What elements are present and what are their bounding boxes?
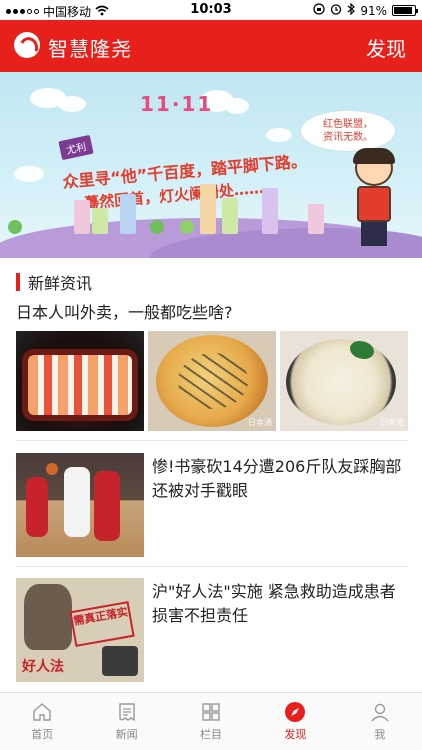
divider bbox=[16, 440, 408, 441]
divider bbox=[16, 566, 408, 567]
image-label: 好人法 bbox=[22, 659, 64, 675]
basketball-image bbox=[16, 453, 144, 557]
list-item[interactable]: 惨!书豪砍14分遭206斤队友踩胸部还被对手戳眼 bbox=[16, 453, 408, 557]
alarm-icon bbox=[330, 3, 342, 18]
section-accent-bar bbox=[16, 273, 20, 291]
app-header: 智慧隆尧 发现 bbox=[0, 20, 422, 72]
battery-icon bbox=[392, 5, 418, 16]
building-icon bbox=[222, 198, 238, 234]
banner-tag: 尤利 bbox=[58, 134, 94, 161]
bubble-line-1: 红色联盟， bbox=[323, 119, 373, 130]
orientation-lock-icon bbox=[313, 3, 325, 18]
status-right: 91% bbox=[313, 2, 418, 18]
tree-icon bbox=[8, 220, 22, 234]
tab-label: 新闻 bbox=[115, 728, 138, 741]
building-icon bbox=[92, 208, 108, 234]
tab-news[interactable]: 新闻 bbox=[84, 693, 168, 750]
building-icon bbox=[74, 200, 90, 234]
user-icon bbox=[371, 703, 389, 722]
building-icon bbox=[262, 188, 278, 234]
banner-date: 11·11 bbox=[140, 92, 214, 116]
law-image: 需真正落实 好人法 bbox=[16, 578, 144, 682]
tree-icon bbox=[180, 220, 194, 234]
cloud-icon bbox=[266, 128, 292, 142]
compass-icon bbox=[285, 702, 306, 722]
building-icon bbox=[120, 194, 136, 234]
app-logo-icon bbox=[14, 32, 40, 58]
pizza-image: 日本通 bbox=[148, 331, 276, 431]
cloud-icon bbox=[225, 98, 249, 114]
tab-label: 发现 bbox=[284, 728, 307, 741]
noodle-image: 日本通 bbox=[280, 331, 408, 431]
bottom-tab-bar: 首页 新闻 栏目 发现 我 bbox=[0, 692, 422, 750]
news-icon bbox=[118, 703, 135, 722]
discover-header-title: 发现 bbox=[366, 37, 406, 61]
list-item[interactable]: 需真正落实 好人法 沪"好人法"实施 紧急救助造成患者损害不担责任 bbox=[16, 578, 408, 682]
article-title[interactable]: 日本人叫外卖，一般都吃些啥? bbox=[16, 302, 408, 324]
list-item-title: 沪"好人法"实施 紧急救助造成患者损害不担责任 bbox=[152, 582, 396, 625]
section-title: 新鲜资讯 bbox=[28, 274, 93, 293]
tab-label: 我 bbox=[374, 728, 386, 741]
app-title: 智慧隆尧 bbox=[48, 37, 132, 61]
cartoon-character bbox=[345, 148, 401, 258]
promo-banner[interactable]: 11·11 尤利 众里寻“他”千百度，踏平脚下路。 蓦然回首，灯火阑珊处……… … bbox=[0, 72, 422, 258]
status-bar: 中国移动 10:03 91% bbox=[0, 0, 422, 20]
section-header: 新鲜资讯 bbox=[16, 272, 93, 293]
watermark-text: 日本通 bbox=[380, 418, 404, 427]
cloud-icon bbox=[58, 96, 86, 112]
tab-discover[interactable]: 发现 bbox=[253, 693, 337, 750]
building-icon bbox=[200, 184, 216, 234]
stamp-text: 需真正落实 bbox=[69, 601, 135, 647]
list-item-title: 惨!书豪砍14分遭206斤队友踩胸部还被对手戳眼 bbox=[152, 457, 402, 500]
bluetooth-icon bbox=[347, 2, 356, 18]
tab-me[interactable]: 我 bbox=[338, 693, 422, 750]
cloud-icon bbox=[14, 166, 44, 182]
sushi-image bbox=[16, 331, 144, 431]
tab-label: 栏目 bbox=[200, 728, 223, 741]
grid-icon bbox=[202, 703, 220, 721]
watermark-text: 日本通 bbox=[248, 418, 272, 427]
building-icon bbox=[308, 204, 324, 234]
tab-home[interactable]: 首页 bbox=[0, 693, 84, 750]
tab-label: 首页 bbox=[31, 728, 54, 741]
tree-icon bbox=[150, 220, 164, 234]
article-image-row[interactable]: 日本通 日本通 bbox=[16, 331, 408, 431]
home-icon bbox=[33, 703, 51, 721]
bubble-line-2: 资讯无数。 bbox=[323, 132, 373, 143]
tab-columns[interactable]: 栏目 bbox=[169, 693, 253, 750]
battery-percent: 91% bbox=[360, 3, 387, 18]
speech-bubble: 红色联盟， 资讯无数。 bbox=[300, 110, 396, 152]
